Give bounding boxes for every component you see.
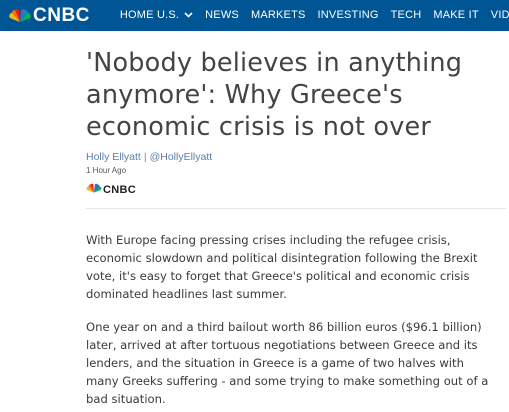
author-link[interactable]: Holly Ellyatt — [86, 151, 141, 163]
source-name: CNBC — [103, 184, 136, 196]
article-paragraph: With Europe facing pressing crises inclu… — [86, 233, 478, 301]
author-twitter-link[interactable]: @HollyEllyatt — [150, 151, 213, 163]
main-nav: HOME U.S. NEWS MARKETS INVESTING TECH MA… — [120, 0, 509, 31]
nav-item-markets[interactable]: MARKETS — [251, 0, 306, 31]
nav-item-video[interactable]: VIDEO — [491, 0, 509, 31]
nav-item-home-us[interactable]: HOME U.S. — [120, 0, 193, 31]
nav-item-tech[interactable]: TECH — [391, 0, 422, 31]
nav-item-news[interactable]: NEWS — [205, 0, 239, 31]
nav-item-label: HOME U.S. — [119, 9, 180, 21]
nav-item-label: INVESTING — [317, 9, 379, 21]
byline: Holly Ellyatt | @HollyEllyatt — [86, 151, 212, 163]
source-logo: CNBC — [86, 181, 136, 199]
chevron-down-icon — [184, 0, 193, 31]
nav-item-label: MAKE IT — [433, 9, 479, 21]
nav-item-investing[interactable]: INVESTING — [318, 0, 379, 31]
nav-item-label: VIDEO — [490, 9, 509, 21]
peacock-icon — [9, 8, 31, 24]
nav-item-label: MARKETS — [250, 9, 306, 21]
nav-item-make-it[interactable]: MAKE IT — [433, 0, 478, 31]
divider — [86, 208, 506, 209]
cnbc-logo[interactable]: CNBC — [9, 0, 90, 31]
publish-time: 1 Hour Ago — [86, 166, 127, 175]
brand-name: CNBC — [33, 5, 90, 26]
nav-item-label: TECH — [390, 9, 422, 21]
nav-item-label: NEWS — [205, 9, 239, 21]
peacock-icon — [86, 181, 102, 199]
article-headline: 'Nobody believes in anything anymore': W… — [86, 48, 463, 142]
top-navigation-bar: CNBC HOME U.S. NEWS MARKETS INVESTING TE… — [0, 0, 509, 31]
article-paragraph: One year on and a third bailout worth 86… — [86, 320, 489, 406]
byline-separator: | — [143, 151, 147, 163]
